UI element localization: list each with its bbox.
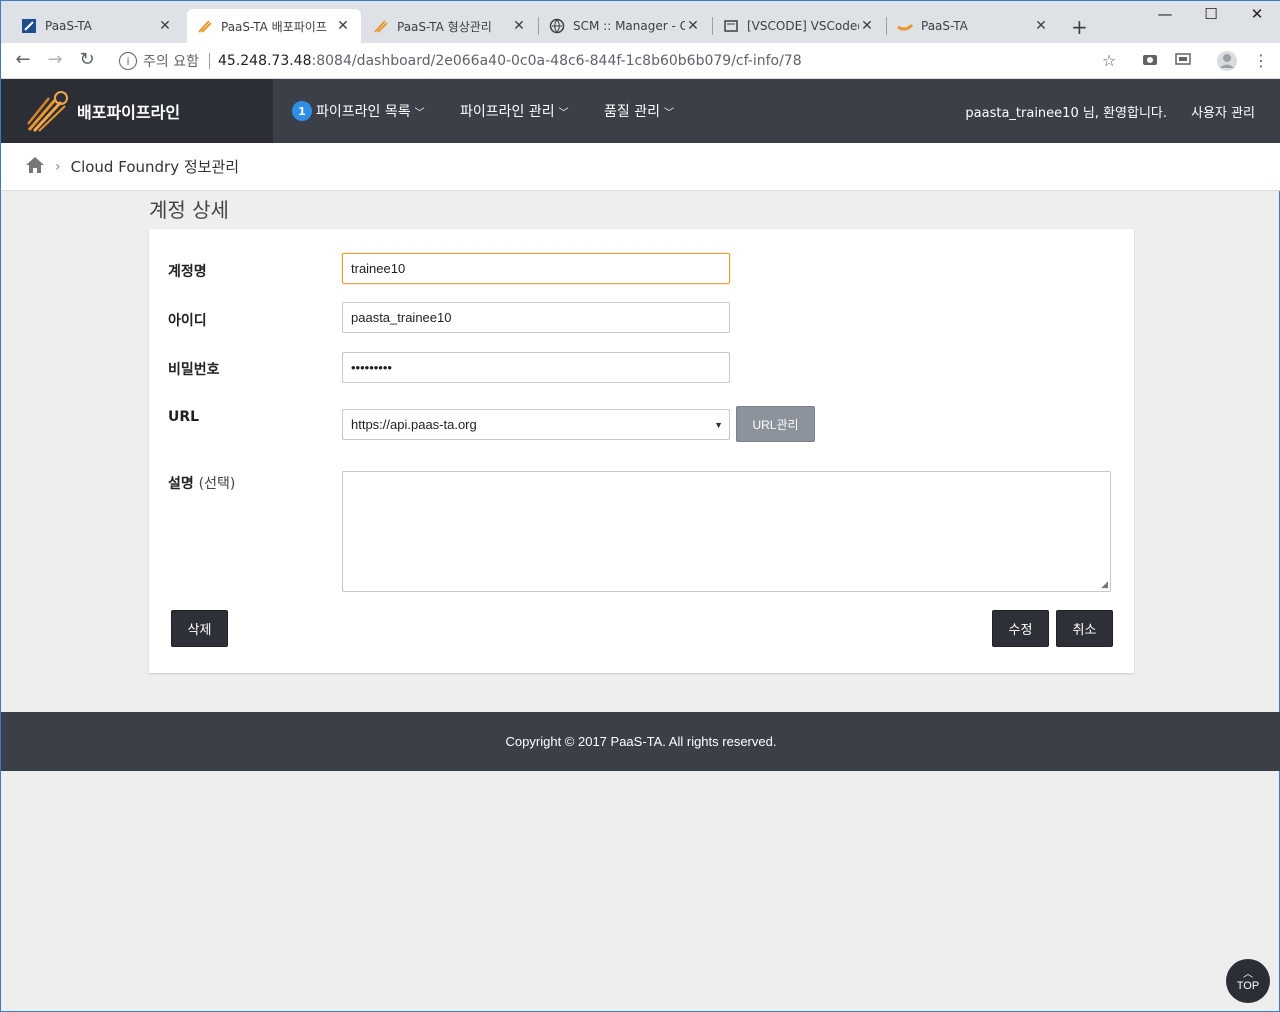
menu-pipeline-manage[interactable]: 파이프라인 관리 ﹀ [460,79,569,143]
tab-title: [VSCODE] VSCode@ [747,19,859,33]
new-tab-icon[interactable]: + [1071,15,1088,39]
menu-quality-manage[interactable]: 품질 관리 ﹀ [604,79,674,143]
maximize-icon[interactable]: ☐ [1191,5,1231,23]
close-icon[interactable]: ✕ [511,18,527,34]
optional-hint: (선택) [198,476,236,492]
browser-tab[interactable]: [VSCODE] VSCode@ ✕ [713,9,885,43]
paasta-cloud-icon [897,18,913,34]
star-icon[interactable]: ☆ [1102,51,1116,70]
globe-icon [549,18,565,34]
pipeline-logo-icon [197,18,213,34]
pipeline-logo-icon [27,91,68,133]
brand-name: 배포파이프라인 [77,103,181,122]
cancel-button[interactable]: 취소 [1056,610,1113,647]
home-icon[interactable] [25,156,45,178]
delete-button[interactable]: 삭제 [171,610,228,647]
browser-tab[interactable]: SCM :: Manager - Gi ✕ [539,9,711,43]
description-textarea[interactable]: ◢ [342,471,1111,592]
close-icon[interactable]: ✕ [335,18,351,34]
browser-tab[interactable]: PaaS-TA 형상관리 ✕ [363,9,537,43]
paasta-icon [21,18,37,34]
password-label: 비밀번호 [168,362,220,378]
url-label: URL [168,409,200,425]
menu-pipeline-list[interactable]: 1 파이프라인 목록 ﹀ [292,79,425,143]
vscode-icon [723,18,739,34]
welcome-message[interactable]: paasta_trainee10 님, 환영합니다. [965,79,1167,143]
close-icon[interactable]: ✕ [157,18,173,34]
address-bar[interactable]: i 주의 요함 45.248.73.48 :8084/dashboard/2e0… [109,47,1129,75]
description-label: 설명 (선택) [168,473,235,493]
reload-icon[interactable]: ↻ [75,49,99,70]
more-menu-icon[interactable]: ⋮ [1253,51,1269,70]
profile-avatar-icon[interactable] [1216,50,1238,76]
security-warning[interactable]: 주의 요함 [143,51,199,71]
tab-title: PaaS-TA 배포파이프 [221,19,327,34]
tab-title: PaaS-TA [921,19,968,33]
close-icon[interactable]: ✕ [1033,18,1049,34]
copyright-text: Copyright © 2017 PaaS-TA. All rights res… [505,734,777,749]
back-icon[interactable]: ← [11,49,35,70]
top-label: TOP [1236,980,1260,992]
browser-tab[interactable]: PaaS-TA ✕ [11,9,183,43]
resize-grip-icon[interactable]: ◢ [1101,580,1108,590]
account-name-label: 계정명 [168,264,207,280]
notification-badge: 1 [292,101,312,121]
url-host: 45.248.73.48 [217,53,312,69]
browser-toolbar: ← → ↻ i 주의 요함 45.248.73.48 :8084/dashboa… [1,43,1280,79]
browser-tab[interactable]: PaaS-TA ✕ [887,9,1059,43]
chevron-down-icon: ﹀ [558,107,569,119]
menu-label: 품질 관리 [604,104,660,120]
camera-icon[interactable] [1142,51,1158,70]
page-title: 계정 상세 [149,198,229,222]
tab-title: SCM :: Manager - Gi [573,19,685,33]
chevron-right-icon: › [55,158,61,175]
window-close-icon[interactable]: ✕ [1237,5,1277,23]
brand[interactable]: 배포파이프라인 [1,79,273,143]
close-icon[interactable]: ✕ [685,18,701,34]
browser-tab-strip: PaaS-TA ✕ PaaS-TA 배포파이프 ✕ PaaS-TA 형상관리 ✕… [1,1,1280,43]
breadcrumb-current: Cloud Foundry 정보관리 [70,158,240,176]
forward-icon[interactable]: → [43,49,67,70]
url-path: :8084/dashboard/2e066a40-0c0a-48c6-844f-… [311,53,802,69]
user-management-link[interactable]: 사용자 관리 [1191,79,1255,143]
info-icon[interactable]: i [119,52,137,70]
url-selected-value: https://api.paas-ta.org [351,417,477,432]
pipeline-logo-icon [373,18,389,34]
close-icon[interactable]: ✕ [859,18,875,34]
tab-title: PaaS-TA [45,19,92,33]
id-label: 아이디 [168,313,207,329]
description-label-text: 설명 [168,476,194,492]
tab-title: PaaS-TA 형상관리 [397,19,492,34]
menu-label: 파이프라인 목록 [316,104,411,120]
chevron-down-icon: ﹀ [663,107,674,119]
app-header: 배포파이프라인 1 파이프라인 목록 ﹀ 파이프라인 관리 ﹀ 품질 관리 ﹀ … [1,79,1280,143]
id-input[interactable] [342,302,730,333]
breadcrumb: › Cloud Foundry 정보관리 [1,143,1280,191]
account-detail-card: 계정명 아이디 비밀번호 URL https://api.paas-ta.org… [149,229,1134,673]
browser-tab-active[interactable]: PaaS-TA 배포파이프 ✕ [187,9,361,43]
menu-label: 파이프라인 관리 [460,104,555,120]
scroll-top-button[interactable]: ︿ TOP [1226,959,1270,1003]
footer: Copyright © 2017 PaaS-TA. All rights res… [1,712,1280,771]
cast-icon[interactable] [1175,51,1191,70]
url-manage-button[interactable]: URL관리 [736,406,815,442]
minimize-icon[interactable]: — [1145,5,1185,23]
chevron-up-icon: ︿ [1243,969,1253,980]
edit-button[interactable]: 수정 [992,610,1049,647]
dropdown-arrow-icon: ▼ [714,419,723,430]
url-select[interactable]: https://api.paas-ta.org ▼ [342,409,730,440]
chevron-down-icon: ﹀ [414,107,425,119]
account-name-input[interactable] [342,253,730,284]
password-input[interactable] [342,352,730,383]
